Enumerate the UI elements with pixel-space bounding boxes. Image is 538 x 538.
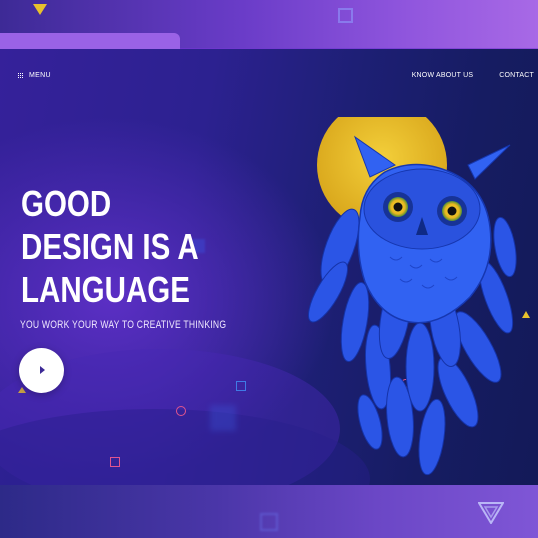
top-navigation: KNOW ABOUT US CONTACT — [412, 72, 534, 79]
owl-moon-illustration — [308, 117, 517, 476]
nav-link-contact[interactable]: CONTACT — [499, 72, 534, 79]
play-icon — [40, 366, 45, 374]
menu-label: MENU — [29, 72, 51, 79]
headline-line: LANGUAGE — [21, 269, 190, 310]
play-button[interactable] — [19, 348, 64, 393]
circle-outline-shape — [176, 406, 186, 416]
headline-line: DESIGN IS A — [21, 226, 199, 267]
headline-line: GOOD — [21, 183, 112, 224]
backdrop-tab-shape — [0, 33, 180, 49]
square-outline-shape — [236, 381, 246, 391]
triangle-outline-shape — [478, 502, 504, 524]
square-shape — [260, 513, 278, 531]
triangle-shape — [18, 387, 26, 393]
nav-link-know-about-us[interactable]: KNOW ABOUT US — [412, 72, 474, 79]
menu-button[interactable]: MENU — [18, 72, 51, 79]
hero-tagline: YOU WORK YOUR WAY TO CREATIVE THINKING — [20, 319, 227, 331]
triangle-shape — [33, 4, 47, 15]
square-outline-shape — [110, 457, 120, 467]
grid-menu-icon — [18, 72, 24, 79]
hero-headline: GOOD DESIGN IS A LANGUAGE — [21, 182, 234, 311]
hero-card: MENU KNOW ABOUT US CONTACT GOOD DESIGN I… — [0, 49, 538, 485]
blurred-square-shape — [210, 405, 236, 431]
square-shape — [338, 8, 353, 23]
